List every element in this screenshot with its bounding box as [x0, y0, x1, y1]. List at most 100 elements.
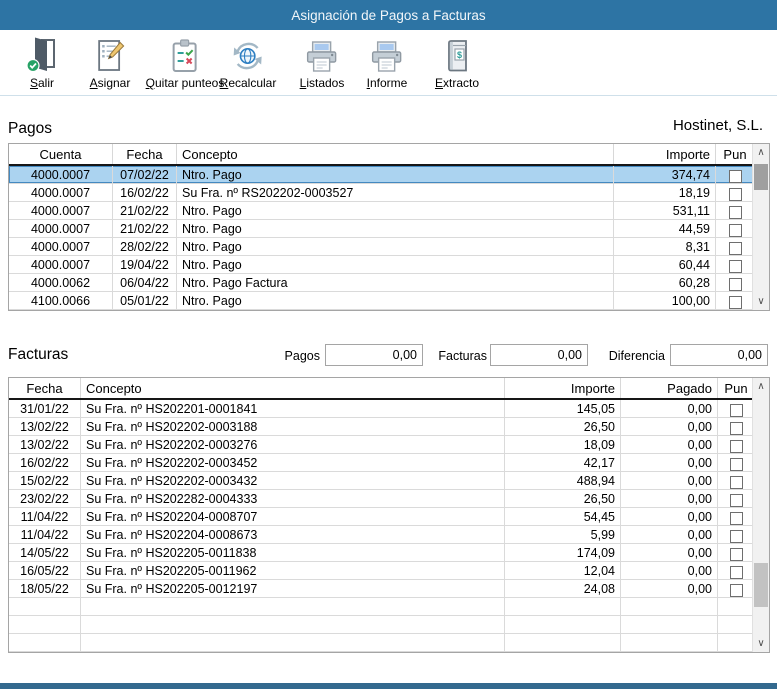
facturas-row-fecha: 11/04/22 — [9, 526, 81, 543]
toolbar-button-recalcular[interactable]: Recalcular — [220, 35, 277, 90]
facturas-row-pagado — [621, 598, 718, 615]
pagos-row-concepto: Ntro. Pago — [177, 292, 614, 309]
pagos-row-concepto: Ntro. Pago Factura — [177, 274, 614, 291]
scrollbar-thumb[interactable] — [754, 563, 768, 607]
facturas-row-pun-cell — [718, 598, 754, 615]
pagos-row[interactable]: 4000.000721/02/22Ntro. Pago531,11 — [9, 202, 754, 220]
facturas-row[interactable]: 18/05/22Su Fra. nº HS202205-001219724,08… — [9, 580, 754, 598]
pagos-row-importe: 531,11 — [614, 202, 716, 219]
punteo-checkbox[interactable] — [730, 440, 743, 453]
facturas-row[interactable]: 14/05/22Su Fra. nº HS202205-0011838174,0… — [9, 544, 754, 562]
facturas-total-label: Facturas — [427, 349, 487, 363]
toolbar-button-salir[interactable]: Salir — [26, 35, 58, 90]
scroll-up-icon[interactable]: ∧ — [753, 378, 769, 395]
facturas-row[interactable]: 16/02/22Su Fra. nº HS202202-000345242,17… — [9, 454, 754, 472]
punteo-checkbox[interactable] — [730, 476, 743, 489]
pagos-row-pun-cell — [716, 202, 754, 219]
facturas-row-concepto — [81, 598, 505, 615]
toolbar-button-label: Asignar — [90, 76, 131, 90]
punteo-checkbox[interactable] — [730, 494, 743, 507]
scrollbar-thumb[interactable] — [754, 164, 768, 190]
punteo-checkbox[interactable] — [729, 188, 742, 201]
facturas-row-pagado: 0,00 — [621, 562, 718, 579]
punteo-checkbox[interactable] — [730, 530, 743, 543]
facturas-scrollbar[interactable]: ∧ ∨ — [752, 378, 769, 652]
facturas-row[interactable] — [9, 598, 754, 616]
scroll-up-icon[interactable]: ∧ — [753, 144, 769, 161]
facturas-row-concepto — [81, 616, 505, 633]
pagos-row-pun-cell — [716, 256, 754, 273]
facturas-row-concepto: Su Fra. nº HS202202-0003276 — [81, 436, 505, 453]
facturas-row[interactable] — [9, 616, 754, 634]
toolbar-button-asignar[interactable]: Asignar — [90, 35, 131, 90]
facturas-row[interactable]: 13/02/22Su Fra. nº HS202202-000318826,50… — [9, 418, 754, 436]
facturas-row-pagado: 0,00 — [621, 436, 718, 453]
punteo-checkbox[interactable] — [729, 296, 742, 309]
punteo-checkbox[interactable] — [730, 458, 743, 471]
facturas-row[interactable]: 13/02/22Su Fra. nº HS202202-000327618,09… — [9, 436, 754, 454]
column-header-importe: Importe — [505, 378, 621, 398]
facturas-row-concepto: Su Fra. nº HS202205-0011962 — [81, 562, 505, 579]
pagos-total-input[interactable] — [325, 344, 423, 366]
facturas-row-fecha: 13/02/22 — [9, 436, 81, 453]
punteo-checkbox[interactable] — [729, 278, 742, 291]
pagos-row[interactable]: 4000.000707/02/22Ntro. Pago374,74 — [9, 166, 754, 184]
facturas-row[interactable]: 31/01/22Su Fra. nº HS202201-0001841145,0… — [9, 400, 754, 418]
column-header-pagado: Pagado — [621, 378, 718, 398]
toolbar-button-quitar-punteos[interactable]: Quitar punteos — [146, 35, 225, 90]
facturas-row-concepto: Su Fra. nº HS202282-0004333 — [81, 490, 505, 507]
facturas-row-concepto: Su Fra. nº HS202204-0008707 — [81, 508, 505, 525]
punteo-checkbox[interactable] — [729, 206, 742, 219]
facturas-row-pun-cell — [718, 526, 754, 543]
diferencia-input[interactable] — [670, 344, 768, 366]
pagos-row[interactable]: 4000.000728/02/22Ntro. Pago8,31 — [9, 238, 754, 256]
pagos-row[interactable]: 4000.000721/02/22Ntro. Pago44,59 — [9, 220, 754, 238]
column-header-pun: Pun — [716, 144, 754, 164]
punteo-checkbox[interactable] — [730, 566, 743, 579]
punteo-checkbox[interactable] — [730, 404, 743, 417]
pagos-row[interactable]: 4000.000719/04/22Ntro. Pago60,44 — [9, 256, 754, 274]
facturas-row[interactable] — [9, 634, 754, 652]
facturas-row-fecha: 16/02/22 — [9, 454, 81, 471]
facturas-row-fecha — [9, 598, 81, 615]
facturas-row-importe: 5,99 — [505, 526, 621, 543]
facturas-row[interactable]: 23/02/22Su Fra. nº HS202282-000433326,50… — [9, 490, 754, 508]
pagos-row-cuenta: 4000.0007 — [9, 184, 113, 201]
facturas-row[interactable]: 15/02/22Su Fra. nº HS202202-0003432488,9… — [9, 472, 754, 490]
toolbar-button-extracto[interactable]: $Extracto — [435, 35, 479, 90]
toolbar-button-label: Extracto — [435, 76, 479, 90]
facturas-row[interactable]: 11/04/22Su Fra. nº HS202204-00086735,990… — [9, 526, 754, 544]
pagos-row-fecha: 21/02/22 — [113, 202, 177, 219]
pagos-row[interactable]: 4000.000716/02/22Su Fra. nº RS202202-000… — [9, 184, 754, 202]
pagos-row[interactable]: 4000.006206/04/22Ntro. Pago Factura60,28 — [9, 274, 754, 292]
pagos-row-importe: 100,00 — [614, 292, 716, 309]
pagos-row-concepto: Ntro. Pago — [177, 238, 614, 255]
punteo-checkbox[interactable] — [730, 512, 743, 525]
facturas-row[interactable]: 11/04/22Su Fra. nº HS202204-000870754,45… — [9, 508, 754, 526]
toolbar: Salir Asignar Quitar punteos Recalcular … — [0, 30, 777, 96]
pagos-row-fecha: 21/02/22 — [113, 220, 177, 237]
facturas-row[interactable]: 16/05/22Su Fra. nº HS202205-001196212,04… — [9, 562, 754, 580]
punteo-checkbox[interactable] — [729, 260, 742, 273]
facturas-row-importe — [505, 598, 621, 615]
pagos-total-label: Pagos — [250, 349, 320, 363]
punteo-checkbox[interactable] — [729, 224, 742, 237]
punteo-checkbox[interactable] — [729, 170, 742, 183]
punteo-checkbox[interactable] — [730, 422, 743, 435]
toolbar-button-label: Quitar punteos — [146, 76, 225, 90]
scroll-down-icon[interactable]: ∨ — [753, 293, 769, 310]
punteo-checkbox[interactable] — [729, 242, 742, 255]
pagos-row[interactable]: 4100.006605/01/22Ntro. Pago100,00 — [9, 292, 754, 310]
pagos-scrollbar[interactable]: ∧ ∨ — [752, 144, 769, 310]
facturas-row-pagado: 0,00 — [621, 508, 718, 525]
punteo-checkbox[interactable] — [730, 584, 743, 597]
pagos-row-importe: 60,28 — [614, 274, 716, 291]
punteo-checkbox[interactable] — [730, 548, 743, 561]
toolbar-button-informe[interactable]: Informe — [367, 35, 408, 90]
toolbar-button-listados[interactable]: Listados — [300, 35, 345, 90]
scroll-down-icon[interactable]: ∨ — [753, 635, 769, 652]
facturas-total-input[interactable] — [490, 344, 588, 366]
pagos-row-cuenta: 4000.0007 — [9, 220, 113, 237]
facturas-row-concepto: Su Fra. nº HS202205-0012197 — [81, 580, 505, 597]
pagos-row-cuenta: 4000.0007 — [9, 256, 113, 273]
